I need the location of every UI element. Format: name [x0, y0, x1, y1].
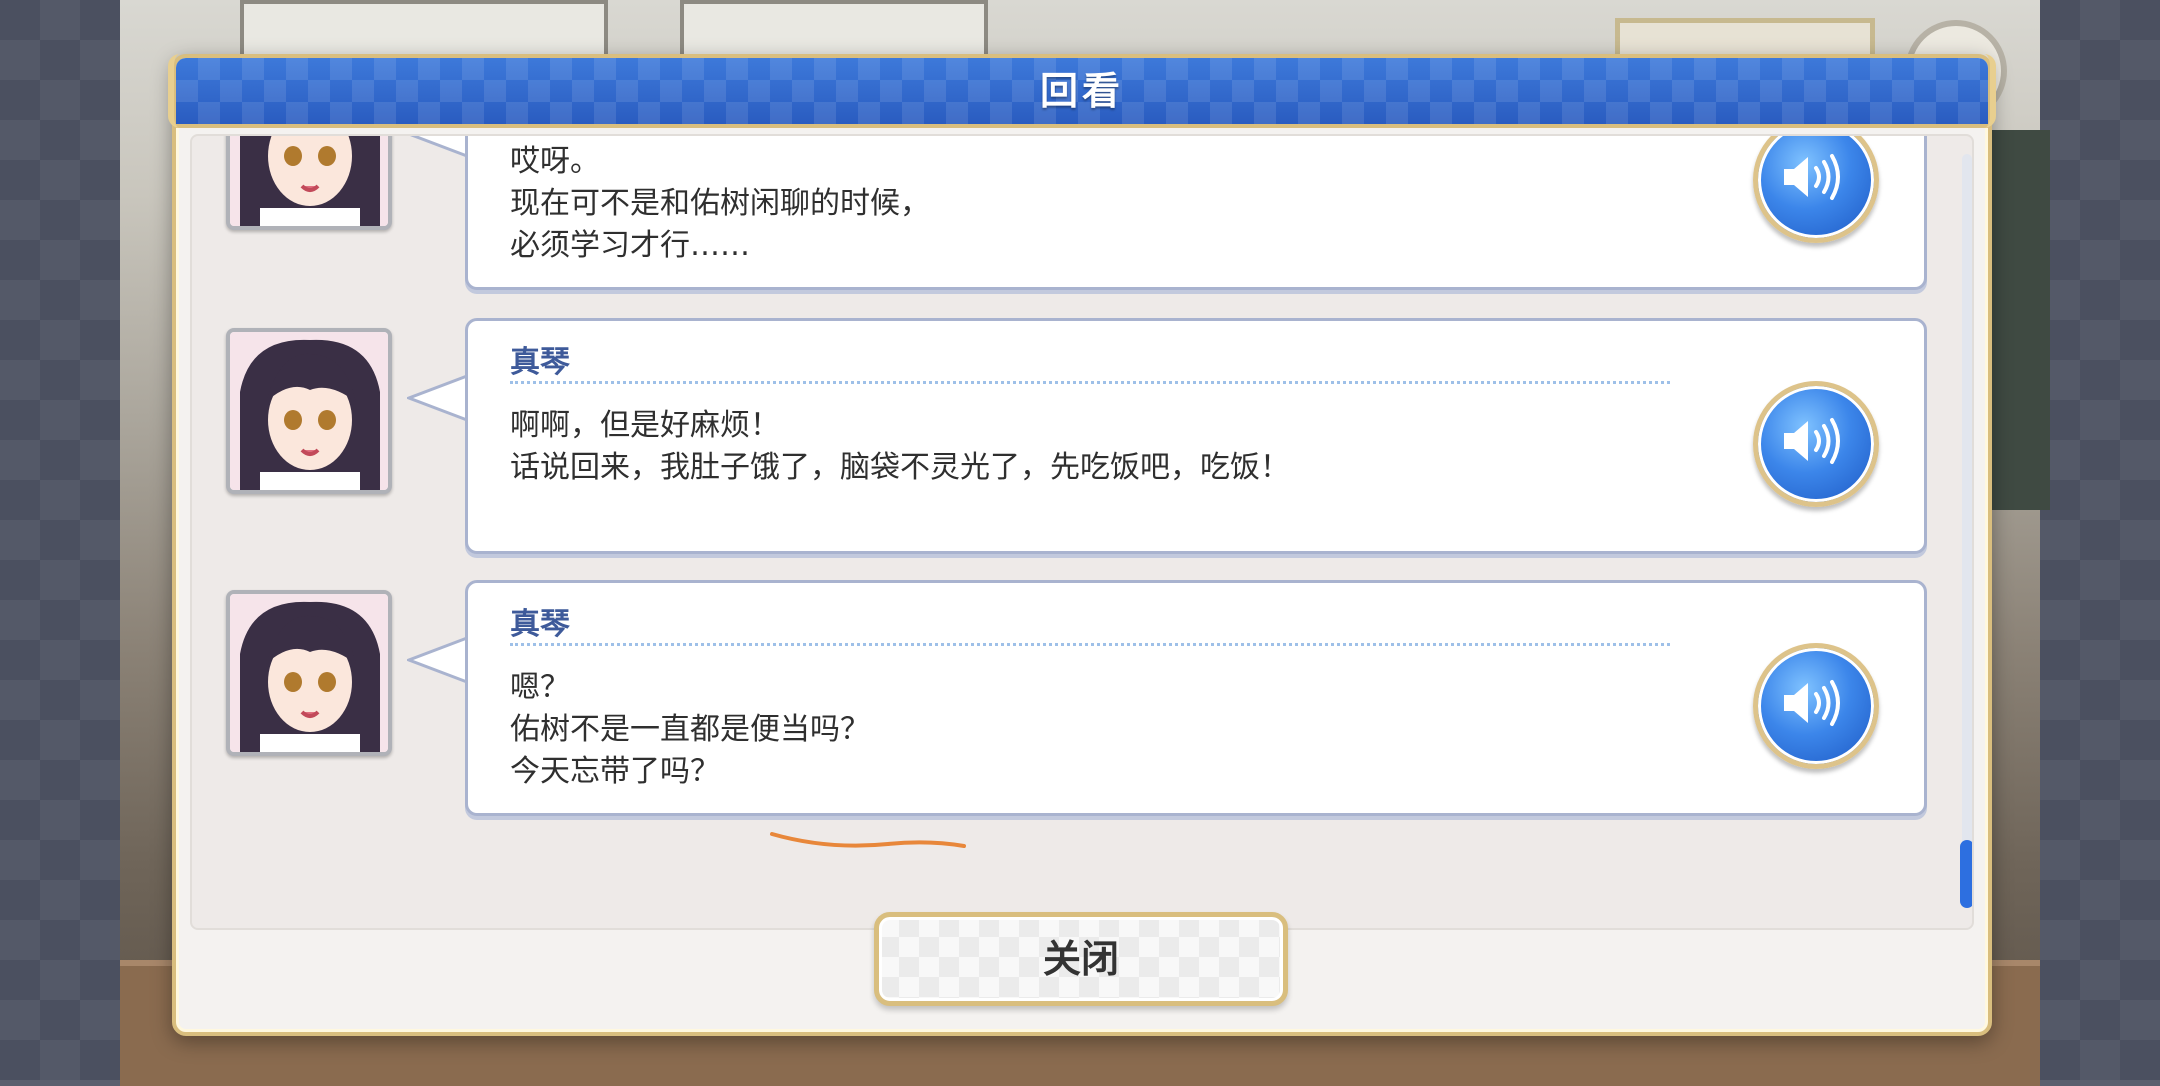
background-blackboard	[1990, 130, 2050, 510]
speaker-name: 真琴	[510, 345, 570, 380]
character-avatar	[226, 590, 392, 756]
speaker-volume-icon	[1784, 418, 1840, 464]
name-separator	[510, 381, 1670, 384]
speaker-volume-icon	[1784, 680, 1840, 726]
title-bar: 回看	[168, 54, 1996, 128]
backlog-entry: 真琴 啊啊，但是好麻烦！ 话说回来，我肚子饿了，脑袋不灵光了，先吃饭吧，吃饭！	[192, 318, 1932, 558]
speaker-name: 真琴	[510, 607, 570, 642]
voice-replay-button[interactable]	[1753, 643, 1879, 769]
scrollbar-track[interactable]	[1962, 154, 1972, 854]
dialogue-text: 啊啊，但是好麻烦！ 话说回来，我肚子饿了，脑袋不灵光了，先吃饭吧，吃饭！	[510, 408, 1290, 485]
dialogue-text: 哎呀。 现在可不是和佑树闲聊的时候， 必须学习才行……	[510, 144, 930, 263]
background-pattern-right	[2040, 0, 2160, 1080]
pen-underline-annotation	[770, 832, 966, 848]
close-button[interactable]: 关闭	[874, 912, 1288, 1006]
backlog-list[interactable]: 真琴 哎呀。 现在可不是和佑树闲聊的时候， 必须学习才行……	[190, 134, 1974, 930]
dialogue-bubble: 真琴 嗯？ 佑树不是一直都是便当吗？ 今天忘带了吗？	[465, 580, 1927, 816]
scrollbar-thumb[interactable]	[1960, 840, 1972, 908]
dialog-title: 回看	[1039, 69, 1124, 113]
backlog-entry: 真琴 哎呀。 现在可不是和佑树闲聊的时候， 必须学习才行……	[192, 136, 1932, 294]
background-pattern-left	[0, 0, 120, 1080]
dialogue-bubble: 真琴 啊啊，但是好麻烦！ 话说回来，我肚子饿了，脑袋不灵光了，先吃饭吧，吃饭！	[465, 318, 1927, 554]
speaker-volume-icon	[1784, 154, 1840, 200]
dialogue-bubble: 真琴 哎呀。 现在可不是和佑树闲聊的时候， 必须学习才行……	[465, 136, 1927, 290]
backlog-entry: 真琴 嗯？ 佑树不是一直都是便当吗？ 今天忘带了吗？	[192, 580, 1932, 820]
dialogue-text: 嗯？ 佑树不是一直都是便当吗？ 今天忘带了吗？	[510, 670, 870, 789]
name-separator	[510, 643, 1670, 646]
character-avatar	[226, 328, 392, 494]
backlog-dialog: 回看 真	[168, 54, 1996, 1036]
character-avatar	[226, 136, 392, 230]
voice-replay-button[interactable]	[1753, 381, 1879, 507]
voice-replay-button[interactable]	[1753, 136, 1879, 243]
